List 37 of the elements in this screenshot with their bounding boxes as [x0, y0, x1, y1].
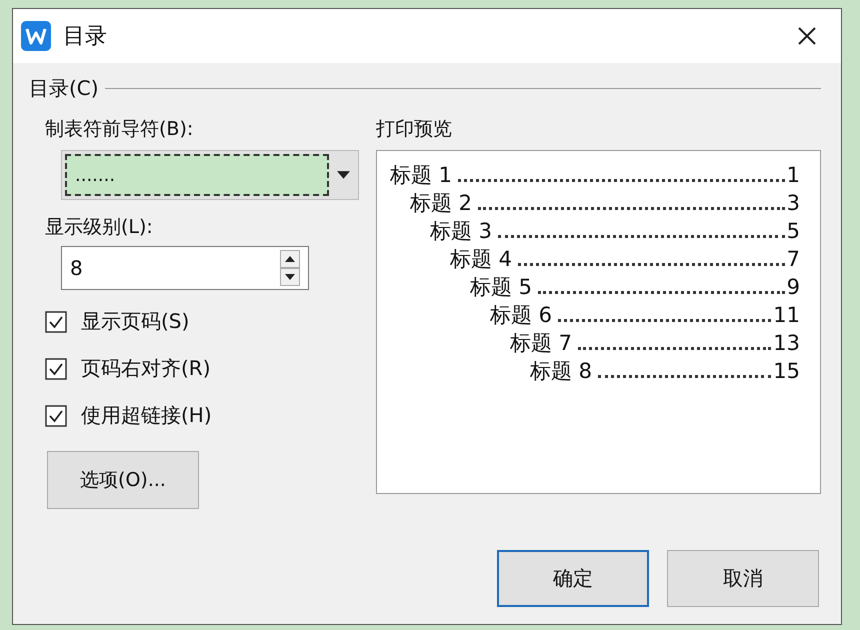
checkbox-label[interactable]: 页码右对齐(R) — [81, 355, 211, 382]
page-number: 1 — [786, 162, 800, 189]
page-number: 11 — [773, 302, 800, 329]
close-icon[interactable] — [797, 26, 817, 46]
checkbox-label[interactable]: 显示页码(S) — [81, 308, 190, 335]
app-logo-icon — [21, 21, 51, 51]
checkbox[interactable] — [45, 358, 67, 380]
dropdown-caret-icon[interactable] — [337, 170, 350, 180]
dialog-button[interactable]: 取消 — [667, 550, 819, 607]
page-number: 15 — [773, 358, 800, 385]
preview-label: 打印预览 — [376, 117, 452, 142]
window-title: 目录 — [63, 23, 108, 51]
level-spin-field[interactable]: 8 — [61, 246, 309, 290]
page-number: 3 — [786, 190, 800, 217]
toc-entry-title: 标题 3 — [430, 218, 492, 245]
group-label: 目录(C) — [29, 75, 99, 102]
toc-entry-title: 标题 5 — [470, 274, 532, 301]
page-number: 13 — [773, 330, 800, 357]
checkbox[interactable] — [45, 404, 67, 426]
options-button[interactable]: 选项(O)... — [47, 451, 199, 509]
dialog-button[interactable]: 确定 — [497, 550, 649, 607]
toc-entry-title: 标题 6 — [490, 302, 552, 329]
field-label: 制表符前导符(B): — [45, 117, 194, 142]
toc-entry-title: 标题 4 — [450, 246, 512, 273]
page-number: 9 — [786, 274, 800, 301]
leader-dropdown[interactable]: ....... — [61, 150, 359, 200]
page-number: 5 — [786, 218, 800, 245]
checkbox[interactable] — [45, 310, 67, 332]
toc-entry-title: 标题 8 — [530, 358, 592, 385]
toc-entry-title: 标题 7 — [510, 330, 572, 357]
checkbox-label[interactable]: 使用超链接(H) — [81, 402, 212, 429]
field-label: 显示级别(L): — [45, 215, 153, 240]
page-number: 7 — [786, 246, 800, 273]
spin-down-icon[interactable] — [278, 268, 302, 286]
spin-up-icon[interactable] — [278, 250, 302, 268]
toc-entry-title: 标题 1 — [390, 162, 452, 189]
toc-entry-title: 标题 2 — [410, 190, 472, 217]
